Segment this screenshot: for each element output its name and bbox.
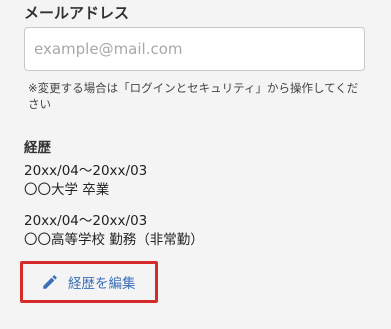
email-label: メールアドレス xyxy=(24,4,130,22)
career-item: 20xx/04〜20xx/03 〇〇高等学校 勤務（非常勤） xyxy=(24,212,204,250)
career-detail: 〇〇大学 卒業 xyxy=(24,182,110,198)
pencil-icon xyxy=(41,273,59,291)
career-period: 20xx/04〜20xx/03 xyxy=(24,213,148,229)
edit-career-button[interactable]: 経歴を編集 xyxy=(23,264,155,300)
career-item: 20xx/04〜20xx/03 〇〇大学 卒業 xyxy=(24,162,147,200)
career-detail: 〇〇高等学校 勤務（非常勤） xyxy=(24,232,204,248)
email-field[interactable] xyxy=(24,27,365,71)
edit-career-button-label: 経歴を編集 xyxy=(68,276,136,292)
career-heading: 経歴 xyxy=(24,140,51,156)
email-change-note: ※変更する場合は「ログインとセキュリティ」から操作してください xyxy=(28,81,359,111)
profile-form-section: メールアドレス ※変更する場合は「ログインとセキュリティ」から操作してください … xyxy=(0,0,391,329)
career-period: 20xx/04〜20xx/03 xyxy=(24,163,148,179)
